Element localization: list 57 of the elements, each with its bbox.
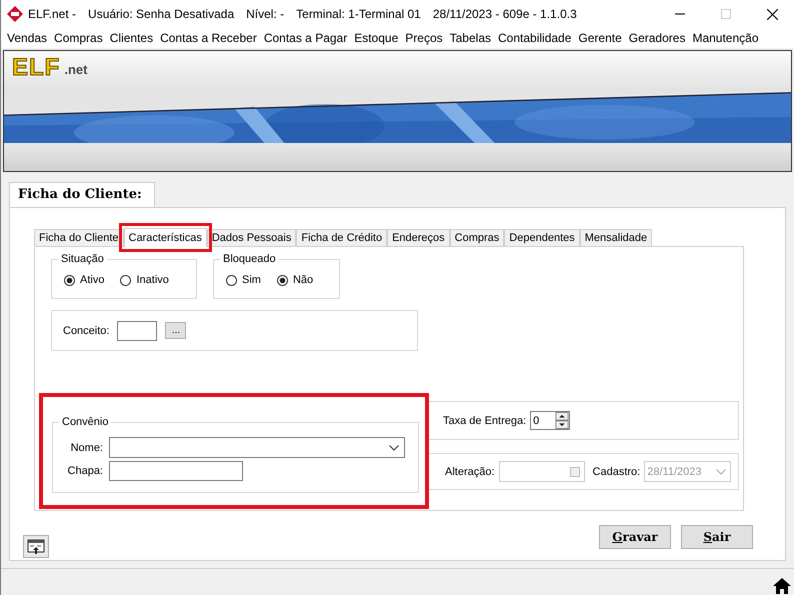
chevron-down-icon: [389, 444, 399, 450]
menu-item[interactable]: Vendas: [7, 31, 48, 45]
field-label: Chapa:: [66, 465, 103, 477]
menu-item[interactable]: Gerente: [578, 31, 622, 45]
menu-item[interactable]: Contas a Receber: [160, 31, 257, 45]
menu-item[interactable]: Contas a Pagar: [264, 31, 348, 45]
menu-item[interactable]: Estoque: [354, 31, 398, 45]
field-label: Conceito:: [63, 324, 110, 336]
window-title: Terminal: 1-Terminal 01: [296, 7, 421, 21]
menu-item[interactable]: Manutenção: [692, 31, 758, 45]
radio-option[interactable]: Ativo: [64, 274, 104, 286]
logo-suffix: .net: [64, 61, 88, 79]
menu-item[interactable]: Geradores: [628, 31, 686, 45]
field-label: Cadastro:: [592, 466, 640, 478]
field-label: Taxa de Entrega:: [443, 414, 526, 426]
number-spinner[interactable]: 0: [530, 411, 570, 430]
browse-button[interactable]: ...: [165, 322, 186, 339]
field-label: Alteração:: [445, 466, 495, 478]
radio-option[interactable]: Sim: [226, 274, 261, 286]
spinner-value: 0: [533, 414, 540, 426]
calendar-icon: [570, 466, 580, 476]
tab[interactable]: Endereços: [387, 229, 450, 246]
input-field[interactable]: [117, 320, 158, 340]
app-logo-icon: [7, 6, 23, 22]
dropdown-field[interactable]: [109, 437, 405, 458]
tab[interactable]: Dados Pessoais: [206, 229, 296, 246]
form-title[interactable]: Ficha do Cliente:: [9, 182, 155, 207]
window-title: Nível: -: [246, 7, 284, 21]
logo-text: ELF: [12, 55, 60, 81]
group-title: Convênio: [59, 416, 112, 428]
tab[interactable]: Ficha de Crédito: [296, 229, 388, 246]
menu-item[interactable]: Tabelas: [450, 31, 491, 45]
tab[interactable]: Dependentes: [504, 229, 580, 246]
action-button[interactable]: Gravar: [599, 525, 671, 549]
menu-item[interactable]: Clientes: [110, 31, 154, 45]
menu-item[interactable]: Compras: [54, 31, 103, 45]
input-field[interactable]: [109, 461, 243, 481]
menu-item[interactable]: Contabilidade: [498, 31, 572, 45]
home-icon[interactable]: [772, 577, 792, 595]
window-title: ELF.net -: [28, 7, 76, 21]
window-title: Usuário: Senha Desativada: [88, 7, 234, 21]
window-title: 28/11/2023 - 609e - 1.1.0.3: [432, 7, 577, 21]
action-button[interactable]: Sair: [681, 525, 753, 549]
field-label: Nome:: [70, 442, 103, 454]
close-icon[interactable]: [767, 8, 778, 20]
group-title: Bloqueado: [220, 253, 279, 265]
tab[interactable]: Ficha do Cliente: [34, 229, 124, 246]
chevron-down-icon: [716, 468, 726, 474]
screen-icon-button[interactable]: [23, 535, 49, 558]
window-upload-icon: [27, 538, 45, 554]
spin-arrows-icon[interactable]: [555, 412, 570, 429]
menu-item[interactable]: Preços: [405, 31, 443, 45]
radio-option[interactable]: Inativo: [120, 274, 169, 286]
radio-option[interactable]: Não: [276, 274, 314, 286]
tab[interactable]: Mensalidade: [580, 229, 652, 246]
group-title: Situação: [58, 253, 107, 265]
tab[interactable]: Compras: [450, 229, 504, 246]
